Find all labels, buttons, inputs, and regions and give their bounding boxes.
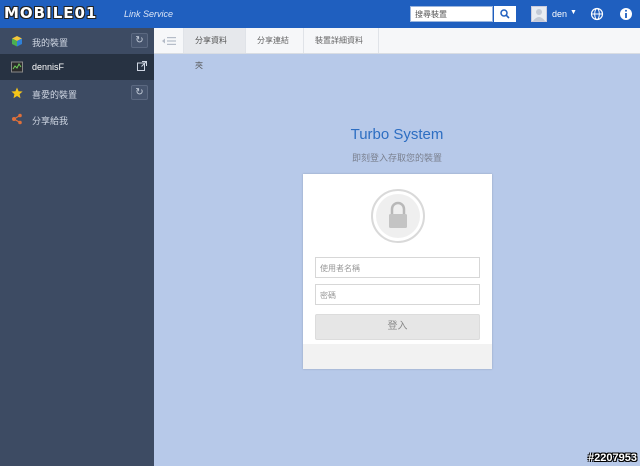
refresh-button[interactable]: ↻ xyxy=(131,85,148,100)
lock-badge xyxy=(371,189,425,243)
page-title: Turbo System xyxy=(350,126,444,143)
menu-icon xyxy=(161,36,176,45)
user-icon xyxy=(533,9,545,21)
info-icon[interactable] xyxy=(619,7,633,21)
login-button[interactable]: 登入 xyxy=(315,314,480,340)
watermark: #2207953 xyxy=(588,452,637,464)
sidebar: 我的裝置 ↻ dennisF 喜愛的裝置 ↻ 分享給我 xyxy=(0,28,154,466)
chevron-down-icon[interactable]: ▼ xyxy=(570,9,577,16)
logo[interactable]: MOBILE01 xyxy=(4,3,97,23)
password-field[interactable]: 密碼 xyxy=(315,284,480,305)
login-card-footer xyxy=(303,344,492,369)
sidebar-item-device[interactable]: dennisF xyxy=(0,54,154,80)
sidebar-item-favorites[interactable]: 喜愛的裝置 ↻ xyxy=(0,80,154,106)
avatar[interactable] xyxy=(531,6,547,22)
search-input[interactable]: 搜尋裝置 xyxy=(410,6,493,22)
cube-icon xyxy=(12,36,22,47)
tab-shared-folders[interactable]: 分享資料夾 xyxy=(183,28,245,70)
tab-shared-links[interactable]: 分享連結 xyxy=(245,28,303,53)
globe-icon[interactable] xyxy=(590,7,604,21)
username-field[interactable]: 使用者名稱 xyxy=(315,257,480,278)
content-toolbar: 分享資料夾 分享連結 裝置詳細資料 xyxy=(154,28,640,70)
search-icon xyxy=(500,9,510,19)
menu-toggle-button[interactable] xyxy=(154,28,183,53)
logo-text: MOBILE01 xyxy=(4,4,98,22)
lock-icon xyxy=(389,201,407,228)
refresh-button[interactable]: ↻ xyxy=(131,33,148,48)
external-link-icon[interactable] xyxy=(137,61,147,71)
user-name[interactable]: den xyxy=(552,9,567,19)
star-icon xyxy=(11,87,23,99)
page-subtitle: 即刻登入存取您的裝置 xyxy=(351,153,442,163)
device-name: dennisF xyxy=(32,62,65,72)
search-button[interactable] xyxy=(494,6,516,22)
sidebar-item-shared[interactable]: 分享給我 xyxy=(0,106,154,132)
service-name: Link Service xyxy=(124,9,174,19)
sidebar-item-label: 分享給我 xyxy=(32,116,69,126)
top-header: MOBILE01 Link Service 搜尋裝置 den ▼ xyxy=(0,0,640,28)
device-icon xyxy=(11,61,23,73)
share-icon xyxy=(12,113,22,125)
sidebar-item-label: 我的裝置 xyxy=(32,38,69,48)
sidebar-item-my-devices[interactable]: 我的裝置 ↻ xyxy=(0,28,154,54)
tab-device-details[interactable]: 裝置詳細資料 xyxy=(303,28,379,53)
sidebar-item-label: 喜愛的裝置 xyxy=(32,90,78,100)
